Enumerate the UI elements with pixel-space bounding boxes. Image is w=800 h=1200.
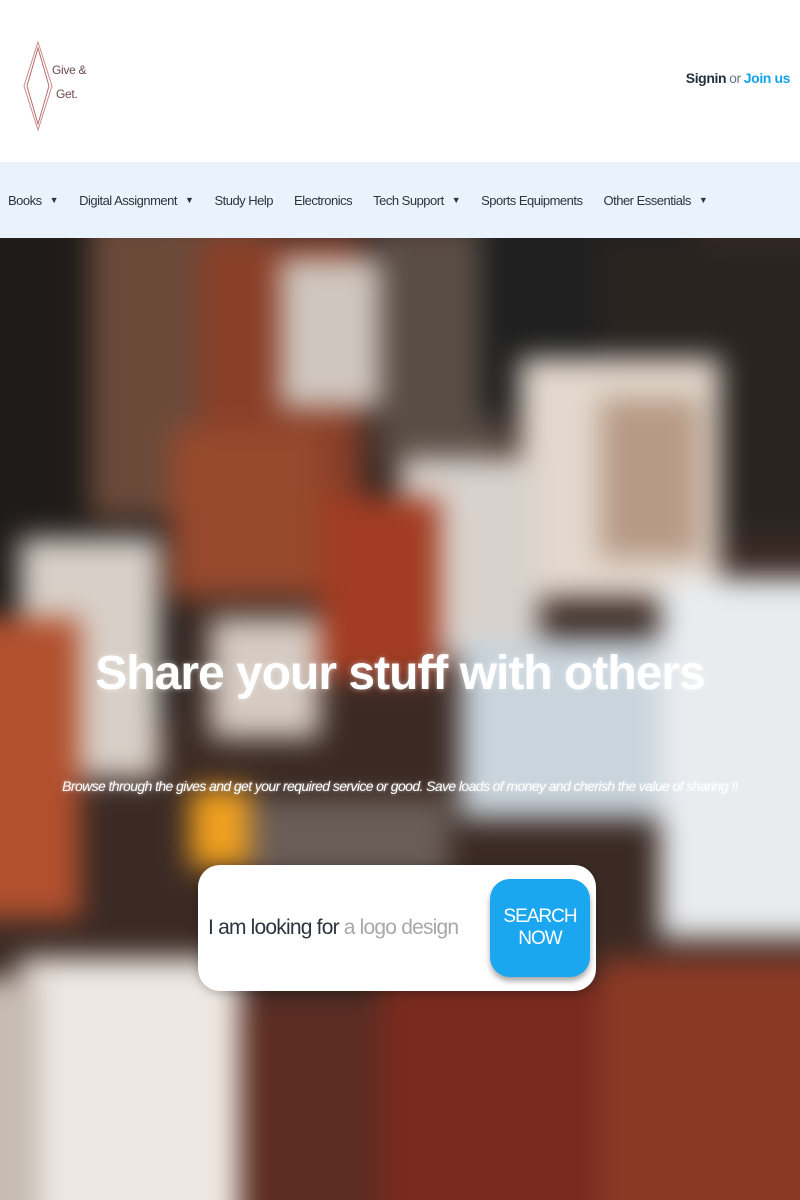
nav-item-label: Electronics [294,192,353,208]
search-label: I am looking for [208,916,340,939]
signin-link[interactable]: Signin [686,70,727,86]
nav-item-electronics[interactable]: Electronics [294,192,353,208]
search-bar: I am looking for SEARCH NOW [198,865,596,991]
main-nav: Books ▼ Digital Assignment ▼ Study Help … [0,162,800,238]
auth-links: Signin or Join us [686,70,791,86]
site-header: Give & Get. Signin or Join us [0,0,800,162]
nav-item-other-essentials[interactable]: Other Essentials ▼ [603,193,707,208]
join-us-link[interactable]: Join us [744,70,791,86]
nav-item-tech-support[interactable]: Tech Support ▼ [373,192,461,208]
hero-section: Share your stuff with others Browse thro… [0,238,800,1200]
logo[interactable]: Give & Get. [22,40,102,135]
logo-line-2: Get. [56,87,78,101]
nav-item-label: Other Essentials [603,192,691,208]
nav-item-sports-equipments[interactable]: Sports Equipments [481,192,583,208]
nav-item-label: Books [8,192,42,208]
nav-item-label: Tech Support [373,192,444,208]
hero-background-image [0,238,800,1200]
caret-down-icon: ▼ [49,195,59,205]
or-text: or [729,70,741,86]
nav-item-label: Sports Equipments [481,192,583,208]
logo-line-1: Give & [52,63,87,77]
hero-title: Share your stuff with others [95,647,705,700]
diamond-logo-icon [23,40,53,132]
caret-down-icon: ▼ [698,195,708,205]
nav-item-digital-assignment[interactable]: Digital Assignment ▼ [79,192,194,208]
nav-item-books[interactable]: Books ▼ [8,192,59,208]
nav-item-label: Digital Assignment [79,192,178,208]
search-now-button[interactable]: SEARCH NOW [490,879,590,977]
caret-down-icon: ▼ [451,195,461,205]
logo-text: Give & Get. [52,58,87,106]
caret-down-icon: ▼ [185,195,194,205]
nav-item-study-help[interactable]: Study Help [214,193,273,208]
hero-subtitle: Browse through the gives and get your re… [62,778,738,794]
nav-item-label: Study Help [214,192,274,208]
